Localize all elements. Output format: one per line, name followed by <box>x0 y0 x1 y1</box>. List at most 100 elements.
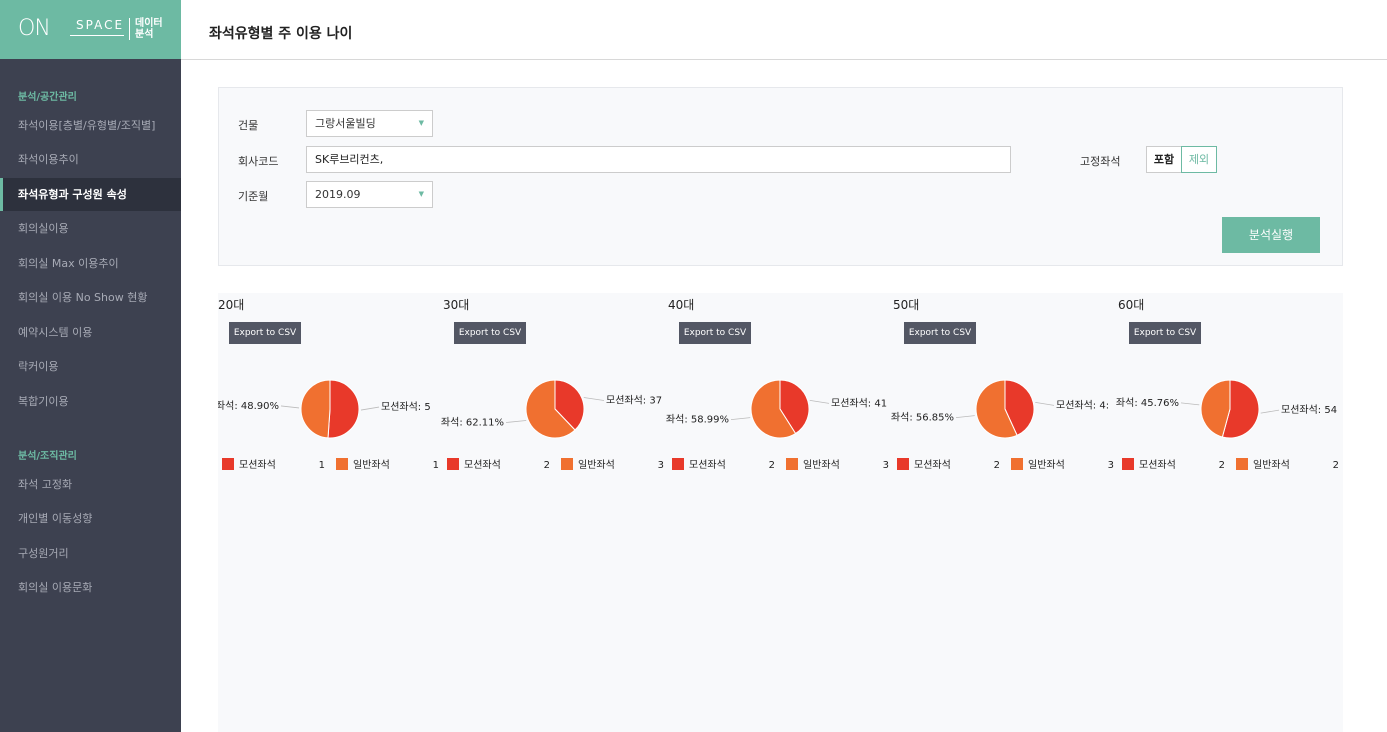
sidebar-item-seat-type-member[interactable]: 좌석유형과 구성원 속성 <box>0 178 181 211</box>
top-bar: 좌석유형별 주 이용 나이 <box>181 0 1387 60</box>
page-title: 좌석유형별 주 이용 나이 <box>209 26 353 42</box>
legend-swatch <box>672 458 684 470</box>
legend-label: 일반좌석 <box>1253 459 1290 471</box>
chart-legend: 모션좌석 1 일반좌석 1 <box>222 458 439 471</box>
building-label: 건물 <box>238 119 259 132</box>
sidebar-item-noshow[interactable]: 회의실 이용 No Show 현황 <box>0 281 181 314</box>
legend-value: 1 <box>433 460 439 471</box>
fixed-seat-label: 고정좌석 <box>1080 155 1121 168</box>
pie-slice-label: 모션좌석: 37 <box>606 394 662 406</box>
pie-slice-label: 좌석: 45.76% <box>1116 397 1179 409</box>
label-leader-line <box>809 399 830 404</box>
label-leader-line <box>1260 409 1280 414</box>
pie-chart: 모션좌석: 37 좌석: 62.11% 모션좌석 2 일반좌석 3 <box>441 379 664 471</box>
logo-divider <box>129 18 130 40</box>
legend-label: 모션좌석 <box>689 459 726 471</box>
legend-label: 모션좌석 <box>914 459 951 471</box>
section-title-org: 분석/조직관리 <box>18 451 77 462</box>
pie-slice-label: 모션좌석: 41 <box>831 397 887 409</box>
sidebar-item-meeting-max[interactable]: 회의실 Max 이용추이 <box>0 247 181 280</box>
pie-slice[interactable] <box>300 379 331 439</box>
label-leader-line <box>360 406 380 411</box>
sidebar-item-seat-trend[interactable]: 좌석이용추이 <box>0 143 181 176</box>
label-leader-line <box>505 420 527 423</box>
legend-swatch <box>1011 458 1023 470</box>
legend-swatch <box>1122 458 1134 470</box>
include-toggle[interactable]: 포함 <box>1146 146 1182 173</box>
pie-slice-label: 좌석: 62.11% <box>441 417 504 429</box>
pie-slice[interactable] <box>327 379 360 439</box>
logo-tag: 데이터 분석 <box>135 18 163 40</box>
pie-chart: 모션좌석: 41 좌석: 58.99% 모션좌석 2 일반좌석 3 <box>666 379 889 471</box>
pie-slice-label: 좌석: 58.99% <box>666 414 729 426</box>
month-select-value: 2019.09 <box>315 188 361 201</box>
label-leader-line <box>1035 401 1055 406</box>
legend-swatch <box>561 458 573 470</box>
sidebar-item-mobility[interactable]: 개인별 이동성향 <box>0 502 181 535</box>
logo-underline <box>70 35 124 36</box>
pie-slice-label: 모션좌석: 54 <box>1281 404 1337 416</box>
sidebar-item-printer[interactable]: 복합기이용 <box>0 385 181 418</box>
legend-value: 3 <box>658 460 664 471</box>
pie-slice-label: 모션좌석: 4: <box>1056 399 1109 411</box>
pie-chart: 모션좌석: 4: 좌석: 56.85% 모션좌석 2 일반좌석 3 <box>891 379 1114 471</box>
month-label: 기준월 <box>238 190 269 203</box>
legend-value: 2 <box>994 460 1000 471</box>
legend-label: 일반좌석 <box>1028 459 1065 471</box>
sidebar-item-seat-usage[interactable]: 좌석이용[층별/유형별/조직별] <box>0 109 181 142</box>
label-leader-line <box>1180 402 1200 406</box>
legend-value: 2 <box>1333 460 1339 471</box>
chart-legend: 모션좌석 2 일반좌석 2 <box>1122 458 1339 471</box>
legend-value: 3 <box>883 460 889 471</box>
legend-label: 일반좌석 <box>353 459 390 471</box>
pie-slice-label: 좌석: 48.90% <box>218 400 279 412</box>
label-leader-line <box>583 397 605 401</box>
building-select-value: 그랑서울빌딩 <box>315 117 376 130</box>
section-title-space: 분석/공간관리 <box>18 92 77 103</box>
label-leader-line <box>280 405 300 409</box>
legend-swatch <box>222 458 234 470</box>
sidebar-item-member-distance[interactable]: 구성원거리 <box>0 537 181 570</box>
run-analysis-button[interactable]: 분석실행 <box>1222 217 1320 253</box>
legend-label: 일반좌석 <box>578 459 615 471</box>
legend-swatch <box>336 458 348 470</box>
legend-swatch <box>1236 458 1248 470</box>
legend-value: 2 <box>544 460 550 471</box>
legend-value: 2 <box>1219 460 1225 471</box>
legend-label: 모션좌석 <box>1139 459 1176 471</box>
chart-legend: 모션좌석 2 일반좌석 3 <box>447 458 664 471</box>
pie-slice-label: 좌석: 56.85% <box>891 412 954 424</box>
chart-legend: 모션좌석 2 일반좌석 3 <box>897 458 1114 471</box>
label-leader-line <box>730 417 751 421</box>
label-leader-line <box>955 415 975 419</box>
logo-tag-line2: 분석 <box>135 29 154 40</box>
chart-legend: 모션좌석 2 일반좌석 3 <box>672 458 889 471</box>
sidebar-item-locker[interactable]: 락커이용 <box>0 350 181 383</box>
exclude-toggle[interactable]: 제외 <box>1181 146 1217 173</box>
legend-swatch <box>897 458 909 470</box>
logo[interactable]: ON SPACE 데이터 분석 <box>0 0 181 59</box>
company-code-input[interactable]: SK루브리컨츠, <box>306 146 1011 173</box>
legend-value: 2 <box>769 460 775 471</box>
legend-swatch <box>786 458 798 470</box>
legend-value: 1 <box>319 460 325 471</box>
chevron-down-icon: ▼ <box>418 190 424 198</box>
legend-label: 일반좌석 <box>803 459 840 471</box>
pie-chart: 모션좌석: 54 좌석: 45.76% 모션좌석 2 일반좌석 2 <box>1116 379 1339 471</box>
sidebar-item-meeting-room[interactable]: 회의실이용 <box>0 212 181 245</box>
month-select[interactable]: 2019.09 ▼ <box>306 181 433 208</box>
sidebar-item-seat-fixing[interactable]: 좌석 고정화 <box>0 468 181 501</box>
legend-value: 3 <box>1108 460 1114 471</box>
pie-charts: 모션좌석: 5 좌석: 48.90% 모션좌석 1 일반좌석 1 모션좌석: 37 좌석: 6… <box>218 379 1339 471</box>
logo-space: SPACE <box>76 18 125 32</box>
legend-swatch <box>447 458 459 470</box>
legend-label: 모션좌석 <box>239 459 276 471</box>
legend-label: 모션좌석 <box>464 459 501 471</box>
sidebar-item-reservation[interactable]: 예약시스템 이용 <box>0 316 181 349</box>
building-select[interactable]: 그랑서울빌딩 ▼ <box>306 110 433 137</box>
pie-chart: 모션좌석: 5 좌석: 48.90% 모션좌석 1 일반좌석 1 <box>218 379 439 471</box>
sidebar-item-meeting-culture[interactable]: 회의실 이용문화 <box>0 571 181 604</box>
company-label: 회사코드 <box>238 155 279 168</box>
pie-slice-label: 모션좌석: 5 <box>381 401 431 413</box>
logo-tag-line1: 데이터 <box>135 18 163 29</box>
